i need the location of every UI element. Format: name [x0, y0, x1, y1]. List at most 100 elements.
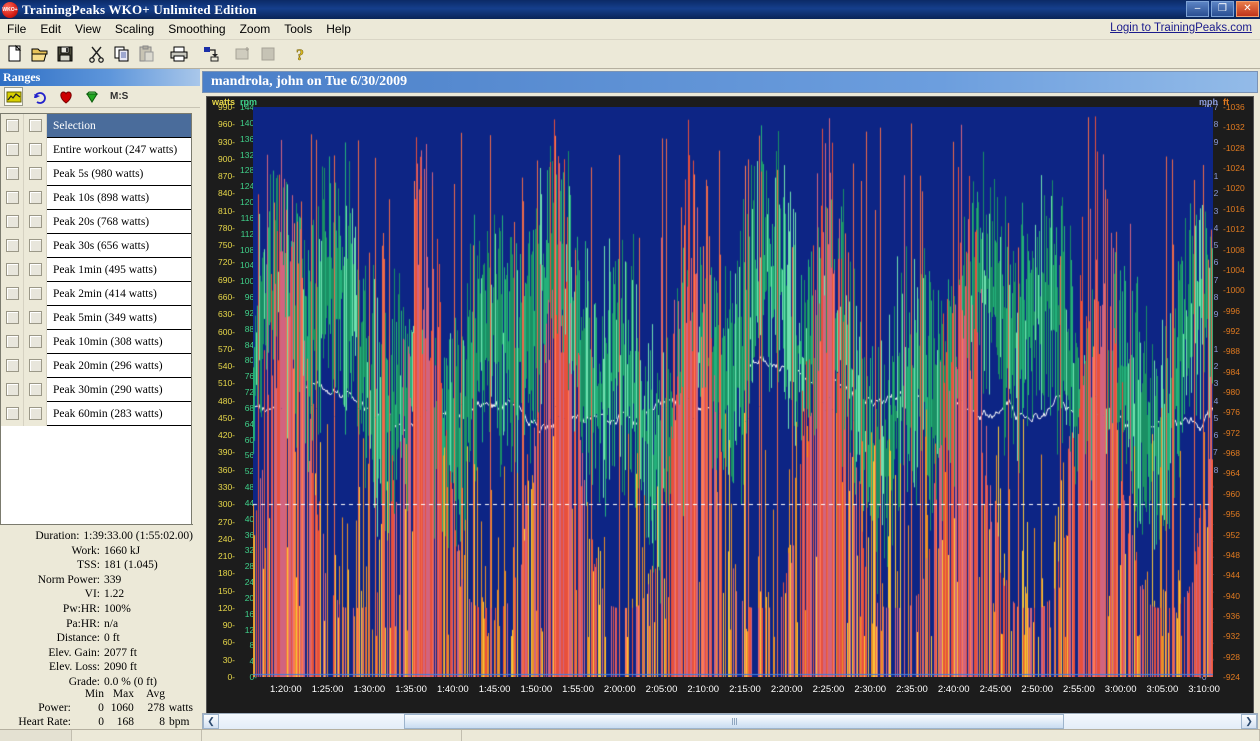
range-checkbox-b[interactable] — [28, 311, 42, 324]
range-checkbox-a-cell[interactable] — [1, 233, 24, 258]
menu-tools[interactable]: Tools — [277, 20, 319, 38]
print-button[interactable] — [167, 42, 191, 66]
range-checkbox-a-cell[interactable] — [1, 161, 24, 186]
range-checkbox-a-cell[interactable] — [1, 329, 24, 354]
range-row[interactable]: Peak 5min (349 watts) — [1, 305, 191, 330]
paste-button[interactable] — [135, 42, 159, 66]
range-checkbox-b[interactable] — [28, 215, 42, 228]
plot-area[interactable]: watts 990- 960- 930- 900- 870- 840- 810- 780- 750… — [206, 96, 1254, 741]
range-checkbox-a-cell[interactable] — [1, 401, 24, 426]
range-row[interactable]: Peak 10min (308 watts) — [1, 329, 191, 354]
menu-edit[interactable]: Edit — [33, 20, 68, 38]
range-checkbox-b-cell[interactable] — [24, 353, 47, 378]
range-row[interactable]: Peak 60min (283 watts) — [1, 401, 191, 426]
range-checkbox-b[interactable] — [28, 263, 42, 276]
login-link[interactable]: Login to TrainingPeaks.com — [1110, 22, 1252, 34]
range-checkbox-a-cell[interactable] — [1, 257, 24, 282]
range-checkbox-a[interactable] — [5, 239, 19, 252]
cut-button[interactable] — [85, 42, 109, 66]
menu-view[interactable]: View — [68, 20, 108, 38]
range-row[interactable]: Peak 20s (768 watts) — [1, 209, 191, 234]
refresh-button[interactable] — [30, 87, 49, 106]
export-button[interactable] — [199, 42, 223, 66]
chart-range-button[interactable] — [4, 87, 23, 106]
chart-canvas[interactable] — [253, 107, 1213, 677]
range-checkbox-b-cell[interactable] — [24, 329, 47, 354]
range-checkbox-b[interactable] — [28, 287, 42, 300]
range-checkbox-a[interactable] — [5, 263, 19, 276]
range-checkbox-b[interactable] — [28, 143, 42, 156]
range-checkbox-a-cell[interactable] — [1, 114, 24, 138]
range-checkbox-a[interactable] — [5, 191, 19, 204]
range-checkbox-a[interactable] — [5, 335, 19, 348]
range-checkbox-b-cell[interactable] — [24, 161, 47, 186]
range-checkbox-b[interactable] — [28, 191, 42, 204]
new-button[interactable] — [3, 42, 27, 66]
range-row[interactable]: Peak 20min (296 watts) — [1, 353, 191, 378]
help-button[interactable]: ? — [288, 42, 312, 66]
range-checkbox-a[interactable] — [5, 215, 19, 228]
range-checkbox-b[interactable] — [28, 359, 42, 372]
range-row[interactable]: Entire workout (247 watts) — [1, 137, 191, 162]
minimize-button[interactable]: – — [1186, 1, 1209, 17]
save-button[interactable] — [53, 42, 77, 66]
range-checkbox-a-cell[interactable] — [1, 353, 24, 378]
gem-button[interactable] — [82, 87, 101, 106]
range-checkbox-a[interactable] — [5, 359, 19, 372]
range-row[interactable]: Peak 1min (495 watts) — [1, 257, 191, 282]
range-checkbox-a-cell[interactable] — [1, 305, 24, 330]
restore-button[interactable]: ❐ — [1211, 1, 1234, 17]
range-checkbox-b[interactable] — [28, 383, 42, 396]
range-checkbox-b-cell[interactable] — [24, 209, 47, 234]
menu-scaling[interactable]: Scaling — [108, 20, 161, 38]
range-checkbox-b-cell[interactable] — [24, 281, 47, 306]
open-button[interactable] — [28, 42, 52, 66]
menu-zoom[interactable]: Zoom — [233, 20, 278, 38]
ranges-list[interactable]: Selection Entire workout (247 watts) Pea… — [0, 113, 192, 527]
scroll-left-arrow[interactable]: ❮ — [203, 714, 219, 729]
range-row[interactable]: Selection — [1, 114, 191, 138]
scrollbar-track[interactable] — [219, 714, 1241, 729]
range-checkbox-a-cell[interactable] — [1, 185, 24, 210]
range-checkbox-b[interactable] — [28, 335, 42, 348]
range-checkbox-a-cell[interactable] — [1, 377, 24, 402]
range-checkbox-a[interactable] — [5, 167, 19, 180]
range-checkbox-b-cell[interactable] — [24, 305, 47, 330]
range-row[interactable]: Peak 5s (980 watts) — [1, 161, 191, 186]
range-row[interactable]: Peak 30s (656 watts) — [1, 233, 191, 258]
range-checkbox-b-cell[interactable] — [24, 185, 47, 210]
range-checkbox-a[interactable] — [5, 287, 19, 300]
range-checkbox-a-cell[interactable] — [1, 209, 24, 234]
range-checkbox-b[interactable] — [28, 119, 42, 132]
range-checkbox-b-cell[interactable] — [24, 377, 47, 402]
range-checkbox-b-cell[interactable] — [24, 114, 47, 138]
new-window-button[interactable] — [231, 42, 255, 66]
close-button[interactable]: ✕ — [1236, 1, 1259, 17]
menu-file[interactable]: File — [0, 20, 33, 38]
range-checkbox-a[interactable] — [5, 143, 19, 156]
range-checkbox-a[interactable] — [5, 119, 19, 132]
range-checkbox-b-cell[interactable] — [24, 137, 47, 162]
range-row[interactable]: Peak 2min (414 watts) — [1, 281, 191, 306]
range-row[interactable]: Peak 30min (290 watts) — [1, 377, 191, 402]
range-checkbox-b-cell[interactable] — [24, 257, 47, 282]
range-checkbox-b-cell[interactable] — [24, 233, 47, 258]
range-checkbox-b[interactable] — [28, 239, 42, 252]
range-row[interactable]: Peak 10s (898 watts) — [1, 185, 191, 210]
chart-plot-canvas[interactable] — [253, 107, 1213, 677]
range-checkbox-a-cell[interactable] — [1, 281, 24, 306]
range-checkbox-a-cell[interactable] — [1, 137, 24, 162]
horizontal-scrollbar[interactable]: ❮ ❯ — [202, 713, 1258, 730]
scrollbar-thumb[interactable] — [404, 714, 1064, 729]
menu-smoothing[interactable]: Smoothing — [161, 20, 232, 38]
menu-help[interactable]: Help — [319, 20, 358, 38]
copy-button[interactable] — [110, 42, 134, 66]
range-checkbox-b[interactable] — [28, 407, 42, 420]
scroll-right-arrow[interactable]: ❯ — [1241, 714, 1257, 729]
range-checkbox-b-cell[interactable] — [24, 401, 47, 426]
range-checkbox-a[interactable] — [5, 383, 19, 396]
range-checkbox-a[interactable] — [5, 407, 19, 420]
heart-rate-button[interactable] — [56, 87, 75, 106]
range-checkbox-a[interactable] — [5, 311, 19, 324]
stop-button[interactable] — [256, 42, 280, 66]
